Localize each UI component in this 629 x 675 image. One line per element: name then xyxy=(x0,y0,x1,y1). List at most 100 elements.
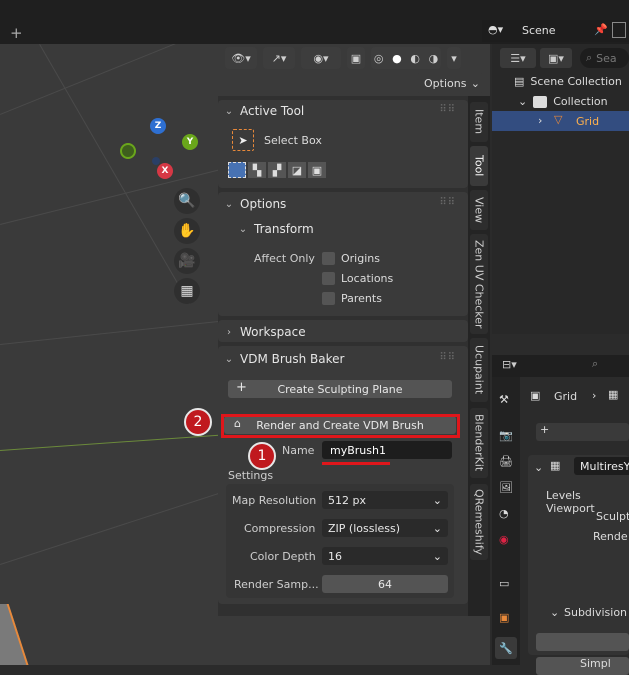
overlays-icon[interactable]: ◉▾ xyxy=(301,47,341,69)
z-axis-icon[interactable]: Z xyxy=(150,118,166,134)
scene-label: Scene xyxy=(522,24,556,37)
world-tab-icon[interactable]: ◉ xyxy=(499,533,509,546)
annotation-badge-2: 2 xyxy=(184,408,212,436)
chevron-down-icon[interactable]: ⌄ xyxy=(534,461,543,474)
zoom-icon[interactable]: 🔍 xyxy=(174,188,200,214)
perspective-grid-icon[interactable]: ▦ xyxy=(174,278,200,304)
compression-dropdown[interactable]: ZIP (lossless) ⌄ xyxy=(322,519,448,537)
chevron-down-icon: ⌄ xyxy=(432,549,442,563)
xray-icon[interactable]: ▣ xyxy=(347,47,365,69)
active-tool-header[interactable]: ⌄ Active Tool xyxy=(224,104,304,118)
parents-checkbox[interactable]: Parents xyxy=(322,292,382,305)
chevron-right-icon: › xyxy=(227,326,231,338)
chevron-down-icon[interactable]: ⌄ xyxy=(550,606,559,619)
collection-tab-icon[interactable]: ▭ xyxy=(499,577,509,590)
active-tool-title: Active Tool xyxy=(240,104,305,118)
multires-panel xyxy=(528,455,629,655)
checkbox-icon[interactable] xyxy=(322,292,335,305)
search-icon[interactable]: ⌕ xyxy=(592,357,598,371)
mode-subtract-icon[interactable]: ▞ xyxy=(268,162,286,178)
outliner-panel: ☰▾ ▣▾ ⌕ Sea ▤ Scene Collection ⌄ Collect… xyxy=(492,44,629,334)
origins-checkbox[interactable]: Origins xyxy=(322,252,380,265)
wireframe-shading-icon[interactable]: ◎ xyxy=(371,49,386,67)
color-depth-value: 16 xyxy=(328,549,342,563)
object-tab-icon[interactable]: ▣ xyxy=(499,611,509,624)
view-layer-tab-icon[interactable]: 🖼 xyxy=(499,481,513,494)
outliner-item-scene-collection[interactable]: ▤ Scene Collection xyxy=(514,75,622,88)
solid-shading-icon[interactable]: ● xyxy=(389,49,404,67)
gizmo-icon[interactable]: ↗▾ xyxy=(263,47,295,69)
neg-y-axis-icon[interactable] xyxy=(120,143,136,159)
scene-collection-icon: ▤ xyxy=(514,75,525,88)
tab-zen-uv-checker[interactable]: Zen UV Checker xyxy=(470,234,488,334)
parents-label: Parents xyxy=(341,292,382,305)
mesh-object-icon: ▣ xyxy=(530,389,541,402)
tab-item[interactable]: Item xyxy=(470,102,488,142)
select-box-icon[interactable]: ➤ xyxy=(232,129,254,151)
mode-invert-icon[interactable]: ◪ xyxy=(288,162,306,178)
pin-icon[interactable]: 📌 xyxy=(594,23,608,36)
color-depth-dropdown[interactable]: 16 ⌄ xyxy=(322,547,448,565)
create-sculpting-plane-button[interactable]: + Create Sculpting Plane xyxy=(228,380,452,398)
shading-dropdown-icon[interactable]: ▾ xyxy=(447,47,461,69)
modifier-tab-icon[interactable]: 🔧 xyxy=(495,637,517,659)
render-samples-field[interactable]: 64 xyxy=(322,575,448,593)
transform-header[interactable]: ⌄ Transform xyxy=(238,222,314,236)
active-tool-name: Select Box xyxy=(264,134,322,147)
tab-view[interactable]: View xyxy=(470,190,488,230)
map-resolution-dropdown[interactable]: 512 px ⌄ xyxy=(322,491,448,509)
workspace-title: Workspace xyxy=(240,325,306,339)
sidebar-n-panel: ⌄ Active Tool ⠿⠿ ➤ Select Box ▚ ▞ ◪ ▣ ⌄ … xyxy=(218,96,468,616)
tool-tab-icon[interactable]: ⚒ xyxy=(499,393,509,406)
render-tab-icon[interactable]: 📷 xyxy=(499,429,513,442)
tab-tool[interactable]: Tool xyxy=(470,146,488,186)
checkbox-icon[interactable] xyxy=(322,272,335,285)
affect-only-label: Affect Only xyxy=(254,252,315,265)
outliner-item-grid[interactable]: › ▽ Grid xyxy=(492,111,629,131)
locations-label: Locations xyxy=(341,272,394,285)
camera-view-icon[interactable]: 🎥 xyxy=(174,248,200,274)
shading-modes[interactable]: ◎ ● ◐ ◑ xyxy=(371,47,441,69)
drag-grip-icon[interactable]: ⠿⠿ xyxy=(439,352,456,363)
name-field[interactable]: myBrush1 xyxy=(322,441,452,459)
sidebar-tabs: Item Tool View Zen UV Checker Ucupaint B… xyxy=(468,96,490,616)
chevron-down-icon: ⌄ xyxy=(224,353,234,365)
outliner-search-input[interactable]: ⌕ Sea xyxy=(580,48,629,68)
tab-qremeshify[interactable]: QRemeshify xyxy=(470,484,488,560)
scene-selector[interactable]: ◓▾ Scene 📌 xyxy=(482,20,629,42)
plus-icon: + xyxy=(236,380,247,395)
editor-type-icon[interactable]: ⊟▾ xyxy=(502,358,517,371)
mode-set-icon[interactable] xyxy=(228,162,246,178)
options-dropdown[interactable]: Options ⌄ xyxy=(416,73,484,93)
y-axis-icon[interactable]: Y xyxy=(182,134,198,150)
tab-blenderkit[interactable]: BlenderKit xyxy=(470,408,488,478)
filter-icon[interactable]: ▣▾ xyxy=(540,48,572,68)
display-mode-icon[interactable]: ☰▾ xyxy=(500,48,536,68)
subdivide-button[interactable] xyxy=(536,633,629,651)
chevron-down-icon: ⌄ xyxy=(518,95,528,108)
x-axis-icon[interactable]: X xyxy=(157,163,173,179)
simple-button[interactable]: Simpl xyxy=(536,657,629,675)
drag-grip-icon[interactable]: ⠿⠿ xyxy=(439,197,456,208)
locations-checkbox[interactable]: Locations xyxy=(322,272,393,285)
pan-hand-icon[interactable]: ✋ xyxy=(174,218,200,244)
checkbox-icon[interactable] xyxy=(322,252,335,265)
options-header[interactable]: ⌄ Options xyxy=(224,197,287,211)
view-object-types-icon[interactable]: 👁▾ xyxy=(225,47,257,69)
neg-z-axis-icon[interactable] xyxy=(152,157,160,165)
tab-ucupaint[interactable]: Ucupaint xyxy=(470,338,488,402)
mode-intersect-icon[interactable]: ▣ xyxy=(308,162,326,178)
output-tab-icon[interactable]: 🖨 xyxy=(499,455,513,468)
drag-grip-icon[interactable]: ⠿⠿ xyxy=(439,104,456,115)
outliner-item-collection[interactable]: ⌄ Collection xyxy=(518,95,608,108)
material-shading-icon[interactable]: ◐ xyxy=(408,49,423,67)
mode-extend-icon[interactable]: ▚ xyxy=(248,162,266,178)
rendered-shading-icon[interactable]: ◑ xyxy=(426,49,441,67)
scene-tab-icon[interactable]: ◔ xyxy=(499,507,509,520)
new-scene-icon[interactable] xyxy=(612,22,626,38)
modifier-name-field[interactable]: MultiresY xyxy=(574,457,629,475)
add-workspace-icon[interactable]: + xyxy=(10,24,23,42)
workspace-header[interactable]: › Workspace xyxy=(224,325,306,339)
add-modifier-button[interactable]: + xyxy=(536,423,629,441)
vdm-header[interactable]: ⌄ VDM Brush Baker xyxy=(224,352,345,366)
